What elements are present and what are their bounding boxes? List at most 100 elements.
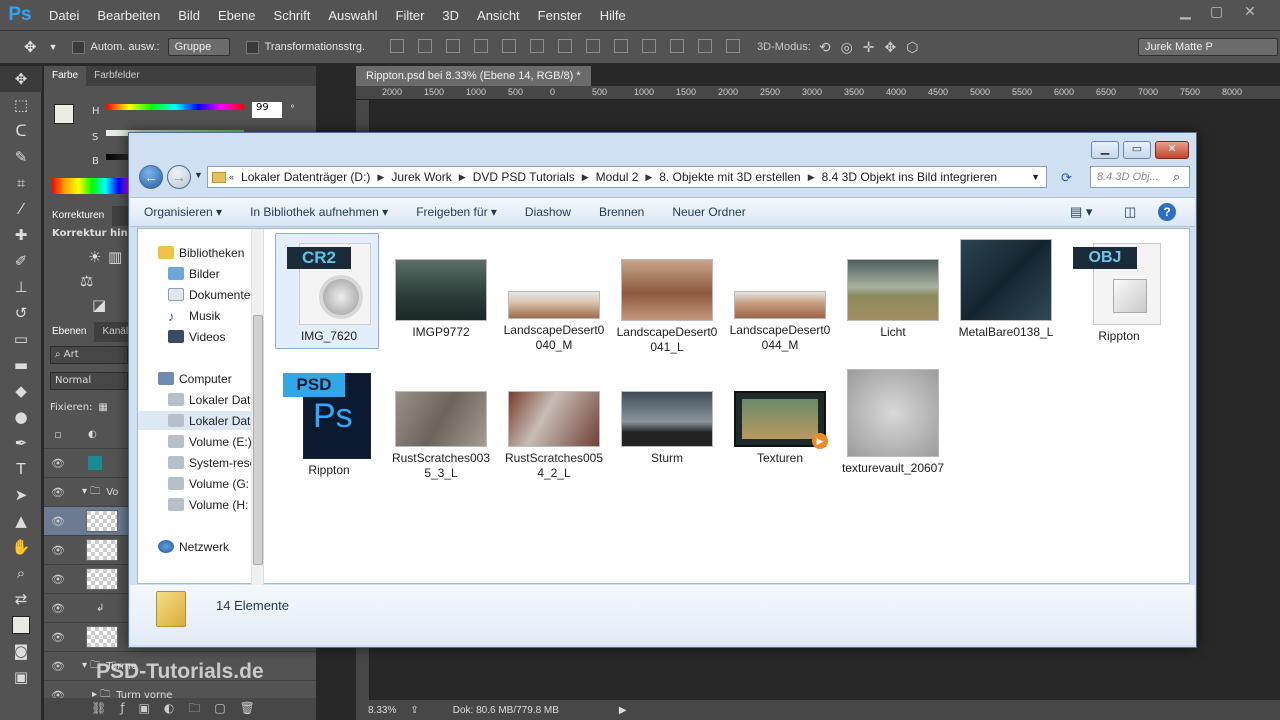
nav-videos[interactable]: Videos [168, 327, 225, 346]
nav-computer[interactable]: Computer [158, 369, 232, 388]
preview-pane-icon[interactable]: ◫ [1124, 204, 1136, 220]
screen-mode-icon[interactable]: ▣ [0, 664, 42, 690]
file-item[interactable]: Licht [841, 259, 945, 340]
brush-tool-icon[interactable]: ✐ [0, 248, 42, 274]
menu-fenster[interactable]: Fenster [529, 8, 591, 23]
distribute-center-icon[interactable] [670, 38, 685, 53]
layer-filter-dropdown[interactable]: ⌕ Art [50, 346, 128, 364]
distribute-left-icon[interactable] [642, 38, 657, 53]
breadcrumb-separator-icon[interactable]: ▶ [456, 172, 469, 183]
menu-3d[interactable]: 3D [433, 8, 468, 23]
eye-icon[interactable]: 👁 [44, 515, 72, 528]
healing-brush-icon[interactable]: ✚ [0, 222, 42, 248]
quick-select-icon[interactable]: ✎ [0, 144, 42, 170]
nav-scrollbar[interactable] [251, 229, 263, 585]
minimize-icon[interactable]: ▁ [1091, 141, 1119, 159]
forward-arrow-icon[interactable]: → [167, 165, 191, 189]
slideshow-button[interactable]: Diashow [511, 205, 585, 219]
levels-icon[interactable]: ▥ [108, 248, 122, 266]
nav-drive[interactable]: Volume (E:) [168, 432, 252, 451]
h-value-field[interactable]: 99 [252, 102, 282, 118]
distribute-middle-icon[interactable] [586, 38, 601, 53]
zoom-level[interactable]: 8.33% [368, 705, 396, 716]
nav-drive[interactable]: Volume (G: [168, 474, 249, 493]
align-top-icon[interactable] [390, 38, 405, 53]
quick-mask-icon[interactable]: ◙ [0, 638, 42, 664]
gradient-tool-icon[interactable]: ▬ [0, 352, 42, 378]
address-bar[interactable]: « Lokaler Datenträger (D:) ▶ Jurek Work … [207, 166, 1047, 188]
nav-drive-selected[interactable]: Lokaler Dat [138, 411, 251, 430]
file-item-selected[interactable]: CR2 IMG_7620 [275, 233, 381, 349]
distribute-bottom-icon[interactable] [614, 38, 629, 53]
breadcrumb-item[interactable]: 8. Objekte mit 3D erstellen [655, 170, 804, 184]
align-left-icon[interactable] [474, 38, 489, 53]
nav-music[interactable]: ♪ Musik [168, 306, 220, 325]
auto-align-icon[interactable] [726, 38, 741, 53]
eyedropper-icon[interactable]: ⁄ [0, 196, 42, 222]
eye-icon[interactable]: 👁 [44, 544, 72, 557]
file-item[interactable]: MetalBare0138_L [954, 239, 1058, 340]
file-item[interactable]: LandscapeDesert0041_L [615, 259, 719, 355]
add-to-library-button[interactable]: In Bibliothek aufnehmen ▾ [236, 205, 402, 219]
visibility-off-icon[interactable]: ▫ [44, 428, 72, 441]
status-arrow-icon[interactable]: ▶ [619, 705, 627, 716]
back-arrow-icon[interactable]: ← [139, 165, 163, 189]
workspace-dropdown[interactable]: Jurek Matte P [1138, 38, 1278, 56]
nav-documents[interactable]: Dokumente [168, 285, 250, 304]
file-item[interactable]: RustScratches0054_2_L [502, 391, 606, 481]
file-item[interactable]: LandscapeDesert0044_M [728, 259, 832, 353]
file-item[interactable]: Sturm [615, 391, 719, 466]
help-icon[interactable]: ? [1158, 203, 1176, 221]
eraser-tool-icon[interactable]: ▭ [0, 326, 42, 352]
file-item[interactable]: LandscapeDesert0040_M [502, 259, 606, 353]
eye-icon[interactable]: 👁 [44, 457, 72, 470]
menu-datei[interactable]: Datei [40, 8, 88, 23]
stamp-tool-icon[interactable]: ⊥ [0, 274, 42, 300]
blur-tool-icon[interactable]: ◆ [0, 378, 42, 404]
type-tool-icon[interactable]: T [0, 456, 42, 482]
close-icon[interactable]: ✕ [1244, 4, 1256, 20]
history-brush-icon[interactable]: ↺ [0, 300, 42, 326]
menu-ebene[interactable]: Ebene [209, 8, 265, 23]
search-icon[interactable]: ⌕ [1173, 169, 1180, 185]
organize-button[interactable]: Organisieren ▾ [130, 205, 236, 219]
3d-mode-icons[interactable]: ⟲◎✛✥⬡ [819, 39, 929, 56]
shape-tool-icon[interactable]: ▲ [0, 508, 42, 534]
transform-checkbox[interactable] [245, 40, 259, 54]
auto-select-checkbox[interactable] [71, 40, 85, 54]
zoom-tool-icon[interactable]: ⌕ [0, 560, 42, 586]
history-chevron-icon[interactable]: ▼ [194, 170, 203, 180]
new-folder-button[interactable]: Neuer Ordner [658, 205, 759, 219]
breadcrumb-item[interactable]: Modul 2 [592, 170, 643, 184]
menu-schrift[interactable]: Schrift [265, 8, 320, 23]
move-tool-icon[interactable]: ✥ [0, 66, 42, 92]
foreground-swatch[interactable] [54, 104, 74, 124]
lock-transparency-icon[interactable]: ▦ [98, 402, 107, 413]
nav-drive[interactable]: System-rese [168, 453, 256, 472]
align-bottom-icon[interactable] [446, 38, 461, 53]
address-dropdown-icon[interactable]: ▼ [1031, 172, 1040, 182]
invert-icon[interactable]: ◪ [92, 296, 106, 314]
breadcrumb-separator-icon[interactable]: ▶ [805, 172, 818, 183]
lasso-tool-icon[interactable]: ᑕ [0, 118, 42, 144]
auto-select-dropdown[interactable]: Gruppe [167, 38, 230, 56]
distribute-right-icon[interactable] [698, 38, 713, 53]
breadcrumb-item[interactable]: 8.4 3D Objekt ins Bild integrieren [818, 170, 1001, 184]
file-item[interactable]: texturevault_20607 [841, 369, 945, 476]
menu-bearbeiten[interactable]: Bearbeiten [88, 8, 169, 23]
chevron-down-icon[interactable]: ▼ [49, 42, 58, 52]
nav-network[interactable]: Netzwerk [158, 537, 229, 556]
tab-farbe[interactable]: Farbe [44, 66, 87, 86]
hand-tool-icon[interactable]: ✋ [0, 534, 42, 560]
file-item[interactable]: PSD Ps Rippton [277, 369, 381, 478]
menu-hilfe[interactable]: Hilfe [591, 8, 635, 23]
blend-mode-dropdown[interactable]: Normal [50, 372, 128, 390]
breadcrumb-separator-icon[interactable]: ▶ [579, 172, 592, 183]
distribute-top-icon[interactable] [558, 38, 573, 53]
maximize-icon[interactable]: ▭ [1123, 141, 1151, 159]
eye-icon[interactable]: 👁 [44, 486, 72, 499]
view-options-icon[interactable]: ▤ ▾ [1070, 204, 1092, 220]
maximize-icon[interactable]: ▢ [1210, 4, 1223, 20]
balance-icon[interactable]: ⚖ [80, 272, 93, 290]
menu-ansicht[interactable]: Ansicht [468, 8, 529, 23]
